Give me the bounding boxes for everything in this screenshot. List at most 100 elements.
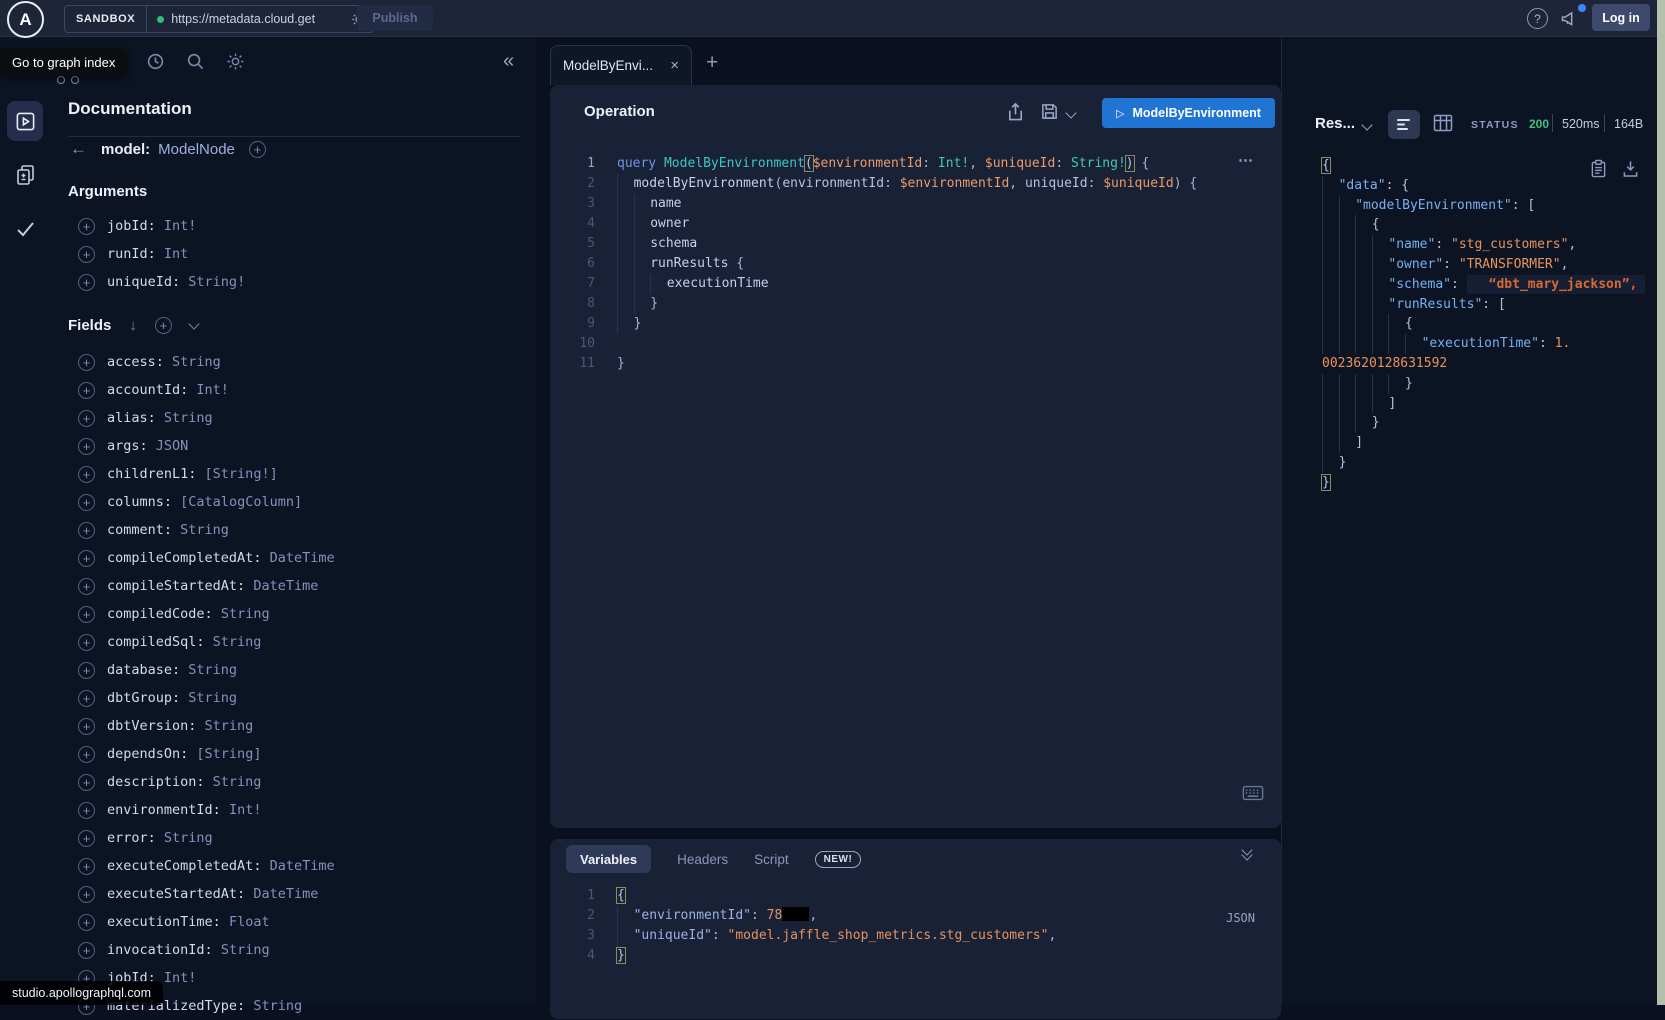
- field-row: +comment: String: [50, 516, 536, 544]
- sidebar-item-checks[interactable]: [15, 220, 36, 239]
- add-field-button[interactable]: +: [78, 886, 95, 903]
- response-view-table-toggle[interactable]: [1433, 114, 1453, 132]
- code-line: "data": {: [1322, 176, 1657, 196]
- apollo-logo-letter: A: [19, 10, 31, 30]
- response-json-viewer[interactable]: {"data": {"modelByEnvironment": [{"name"…: [1281, 156, 1657, 493]
- operation-code-editor[interactable]: 1query ModelByEnvironment($environmentId…: [550, 154, 1281, 374]
- add-field-button[interactable]: +: [78, 914, 95, 931]
- add-field-button[interactable]: +: [78, 466, 95, 483]
- field-signature: dbtGroup: String: [107, 690, 237, 706]
- add-field-button[interactable]: +: [78, 382, 95, 399]
- documentation-title: Documentation: [68, 99, 192, 119]
- add-field-button[interactable]: +: [78, 354, 95, 371]
- endpoint-url-input[interactable]: https://metadata.cloud.get: [171, 12, 349, 26]
- share-operation-icon[interactable]: [1006, 102, 1025, 122]
- code-line: 3"uniqueId": "model.jaffle_shop_metrics.…: [550, 926, 1281, 946]
- code-line: 4}: [550, 946, 1281, 966]
- collapse-bottom-panel-icon[interactable]: [1243, 849, 1251, 859]
- sort-descending-icon[interactable]: ↓: [129, 317, 137, 334]
- field-signature: childrenL1: [String!]: [107, 466, 278, 482]
- add-field-button[interactable]: +: [78, 438, 95, 455]
- settings-gear-icon[interactable]: [226, 52, 245, 71]
- back-arrow-icon[interactable]: ←: [70, 139, 87, 159]
- connection-status-dot: [157, 16, 164, 23]
- field-row: + dependsOn: [String]: [50, 740, 536, 768]
- code-line: "modelByEnvironment": [: [1322, 196, 1657, 216]
- collapse-panel-icon[interactable]: «: [503, 50, 514, 73]
- code-line: }: [1322, 453, 1657, 473]
- field-signature: executeCompletedAt: DateTime: [107, 858, 335, 874]
- field-row: +error: String: [50, 824, 536, 852]
- fields-options-chevron-icon[interactable]: [188, 318, 199, 329]
- add-field-button[interactable]: +: [78, 690, 95, 707]
- announcements-icon[interactable]: [1560, 8, 1580, 28]
- field-row: +compileCompletedAt: DateTime: [50, 544, 536, 572]
- operation-title: Operation: [584, 103, 655, 120]
- code-line: 11}: [550, 354, 1281, 374]
- add-field-button[interactable]: +: [78, 606, 95, 623]
- variables-code-editor[interactable]: 1{2"environmentId": 78,3"uniqueId": "mod…: [550, 886, 1281, 966]
- login-button[interactable]: Log in: [1592, 4, 1650, 31]
- code-line: "schema": “dbt_mary_jackson”,: [1322, 275, 1657, 295]
- keyboard-shortcuts-icon[interactable]: [1242, 785, 1264, 801]
- response-view-list-toggle[interactable]: [1388, 110, 1420, 139]
- add-field-button[interactable]: +: [78, 942, 95, 959]
- add-field-button[interactable]: +: [78, 830, 95, 847]
- publish-button[interactable]: Publish: [357, 5, 433, 31]
- notification-dot: [1578, 4, 1586, 12]
- field-signature: environmentId: Int!: [107, 802, 261, 818]
- graph-node-dot: [71, 76, 79, 84]
- code-line: "executionTime": 1.: [1322, 334, 1657, 354]
- field-row: +dbtVersion: String: [50, 712, 536, 740]
- add-field-button[interactable]: +: [78, 746, 95, 763]
- add-field-button[interactable]: +: [78, 578, 95, 595]
- apollo-sandbox-app: { "topbar": { "sandbox": "SANDBOX", "url…: [0, 0, 1665, 1005]
- add-field-button[interactable]: +: [78, 634, 95, 651]
- help-icon[interactable]: ?: [1527, 8, 1548, 29]
- sidebar-item-explorer[interactable]: [7, 101, 43, 141]
- code-line: "owner": "TRANSFORMER",: [1322, 255, 1657, 275]
- add-type-button[interactable]: +: [249, 141, 266, 158]
- add-field-button[interactable]: +: [78, 774, 95, 791]
- save-operation-icon[interactable]: [1040, 102, 1059, 121]
- fields-header: Fields ↓ +: [68, 317, 198, 334]
- add-argument-button[interactable]: +: [78, 246, 95, 263]
- run-operation-button[interactable]: ▷ ModelByEnvironment: [1102, 98, 1275, 128]
- tab-headers[interactable]: Headers: [677, 852, 728, 867]
- add-argument-button[interactable]: +: [78, 218, 95, 235]
- field-row: +accountId: Int!: [50, 376, 536, 404]
- field-signature: dependsOn: [String]: [107, 746, 261, 762]
- apollo-logo[interactable]: A: [7, 1, 44, 38]
- add-field-button[interactable]: +: [78, 550, 95, 567]
- tab-modelbyenvironment[interactable]: ModelByEnvi... ×: [550, 45, 692, 85]
- fields-list: +access: String+accountId: Int!+alias: S…: [50, 348, 536, 1020]
- add-field-button[interactable]: +: [78, 858, 95, 875]
- add-field-button[interactable]: +: [78, 662, 95, 679]
- clone-documents-icon: [14, 163, 37, 187]
- field-row: + environmentId: Int!: [50, 796, 536, 824]
- field-row: + alias: String: [50, 404, 536, 432]
- tab-close-icon[interactable]: ×: [670, 57, 679, 74]
- tab-variables[interactable]: Variables: [566, 845, 651, 873]
- field-row: +database: String: [50, 656, 536, 684]
- new-tab-button[interactable]: +: [706, 51, 718, 75]
- add-field-button[interactable]: +: [78, 802, 95, 819]
- add-argument-button[interactable]: +: [78, 274, 95, 291]
- search-icon[interactable]: [186, 52, 205, 71]
- history-icon[interactable]: [146, 52, 165, 71]
- sidebar-item-schema-diff[interactable]: [14, 163, 37, 187]
- sandbox-badge: SANDBOX: [65, 6, 147, 32]
- field-signature: alias: String: [107, 410, 213, 426]
- run-operation-label: ModelByEnvironment: [1132, 106, 1261, 120]
- add-all-fields-button[interactable]: +: [155, 317, 172, 334]
- tab-script[interactable]: Script: [754, 852, 789, 867]
- breadcrumb-type-link[interactable]: ModelNode: [158, 141, 235, 158]
- add-field-button[interactable]: +: [78, 494, 95, 511]
- graph-index-icon[interactable]: [57, 76, 79, 84]
- save-options-chevron-icon[interactable]: [1065, 107, 1076, 118]
- run-triangle-icon: ▷: [1116, 107, 1124, 120]
- add-field-button[interactable]: +: [78, 718, 95, 735]
- add-field-button[interactable]: +: [78, 410, 95, 427]
- field-row: +executeStartedAt: DateTime: [50, 880, 536, 908]
- add-field-button[interactable]: +: [78, 522, 95, 539]
